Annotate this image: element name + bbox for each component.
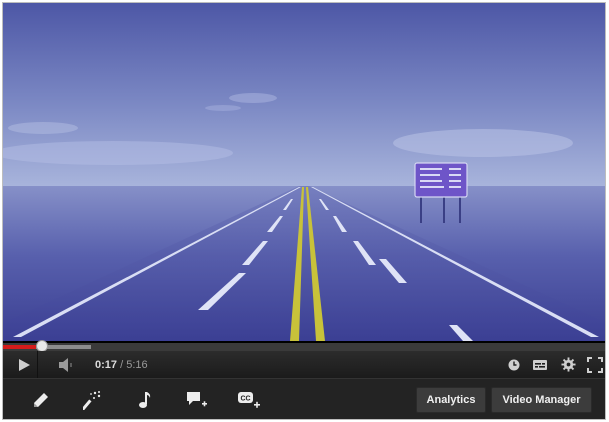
svg-text:CC: CC (240, 396, 250, 403)
clock-icon (508, 359, 520, 370)
annotation-add-icon (187, 392, 207, 407)
music-note-icon (139, 392, 151, 408)
volume-button[interactable] (53, 351, 79, 378)
creator-toolbar: CC Analytics Video Manager (3, 378, 605, 419)
play-button[interactable] (11, 351, 38, 378)
captions-icon (533, 359, 547, 370)
annotations-button[interactable] (183, 387, 211, 413)
settings-button[interactable] (558, 351, 578, 378)
duration: 5:16 (126, 358, 148, 371)
fullscreen-icon (587, 356, 603, 373)
progress-played (3, 345, 36, 349)
volume-icon (59, 357, 72, 372)
captions-edit-button[interactable]: CC (235, 387, 263, 413)
audio-button[interactable] (131, 387, 159, 413)
current-time: 0:17 (95, 358, 118, 371)
video-manager-button[interactable]: Video Manager (491, 387, 592, 413)
video-frame[interactable] (3, 3, 605, 341)
captions-button[interactable] (530, 351, 550, 378)
gear-icon (560, 357, 576, 372)
cc-add-icon: CC (238, 392, 260, 408)
player-control-bar: 0:17 / 5:16 (3, 351, 605, 378)
time-separator: / (117, 358, 127, 371)
enhance-button[interactable] (79, 387, 107, 413)
play-icon (19, 358, 30, 371)
time-display: 0:17 / 5:16 (95, 351, 148, 378)
magic-wand-icon (83, 391, 101, 410)
pencil-icon (34, 393, 48, 407)
watch-later-button[interactable] (505, 351, 523, 378)
progress-bar[interactable] (3, 340, 605, 352)
analytics-button[interactable]: Analytics (416, 387, 486, 413)
video-player: 0:17 / 5:16 CC Analytics Video Manager (2, 2, 606, 420)
edit-button[interactable] (27, 387, 55, 413)
fullscreen-button[interactable] (585, 351, 605, 378)
video-scene (3, 3, 605, 341)
